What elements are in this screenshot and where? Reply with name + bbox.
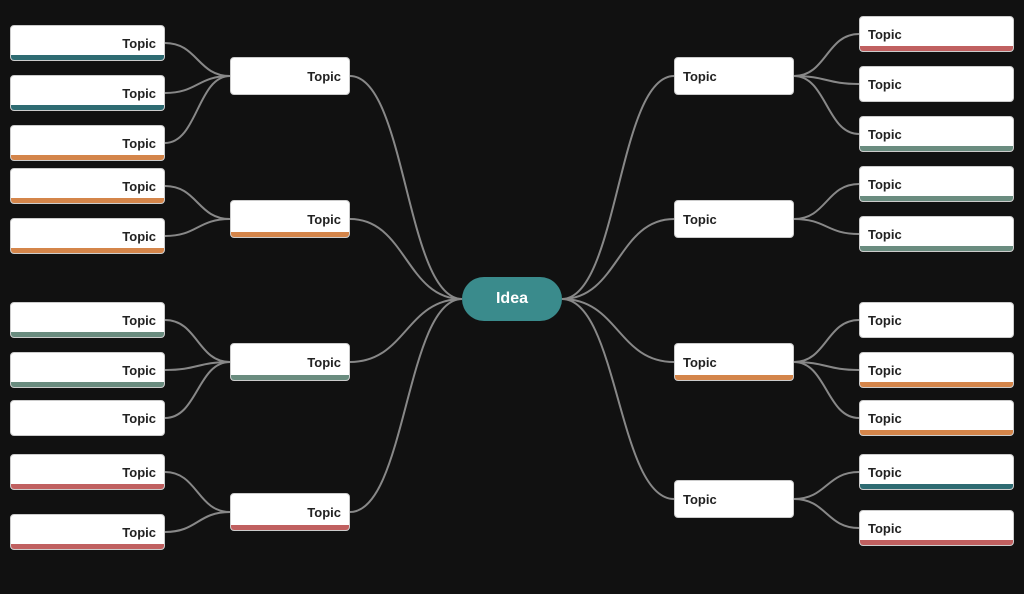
left-leaf-1-1[interactable]: Topic — [10, 218, 165, 254]
right-mid-node-2[interactable]: Topic — [674, 343, 794, 381]
left-mid-node-1[interactable]: Topic — [230, 200, 350, 238]
right-mid-node-3[interactable]: Topic — [674, 480, 794, 518]
left-leaf-2-0[interactable]: Topic — [10, 302, 165, 338]
right-leaf-2-1[interactable]: Topic — [859, 352, 1014, 388]
left-leaf-2-2[interactable]: Topic — [10, 400, 165, 436]
right-mid-node-1[interactable]: Topic — [674, 200, 794, 238]
left-leaf-0-2[interactable]: Topic — [10, 125, 165, 161]
left-leaf-3-1[interactable]: Topic — [10, 514, 165, 550]
right-leaf-2-0[interactable]: Topic — [859, 302, 1014, 338]
left-mid-node-2[interactable]: Topic — [230, 343, 350, 381]
left-mid-node-3[interactable]: Topic — [230, 493, 350, 531]
right-leaf-1-0[interactable]: Topic — [859, 166, 1014, 202]
right-leaf-3-1[interactable]: Topic — [859, 510, 1014, 546]
left-leaf-0-0[interactable]: Topic — [10, 25, 165, 61]
left-leaf-2-1[interactable]: Topic — [10, 352, 165, 388]
right-leaf-2-2[interactable]: Topic — [859, 400, 1014, 436]
left-mid-node-0[interactable]: Topic — [230, 57, 350, 95]
right-leaf-0-1[interactable]: Topic — [859, 66, 1014, 102]
right-leaf-3-0[interactable]: Topic — [859, 454, 1014, 490]
right-leaf-0-0[interactable]: Topic — [859, 16, 1014, 52]
center-node[interactable]: Idea — [462, 277, 562, 321]
right-leaf-0-2[interactable]: Topic — [859, 116, 1014, 152]
left-leaf-1-0[interactable]: Topic — [10, 168, 165, 204]
mind-map-canvas: Idea Topic Topic Topic Topic Topic Topic Topic T… — [0, 0, 1024, 594]
left-leaf-3-0[interactable]: Topic — [10, 454, 165, 490]
left-leaf-0-1[interactable]: Topic — [10, 75, 165, 111]
right-mid-node-0[interactable]: Topic — [674, 57, 794, 95]
right-leaf-1-1[interactable]: Topic — [859, 216, 1014, 252]
